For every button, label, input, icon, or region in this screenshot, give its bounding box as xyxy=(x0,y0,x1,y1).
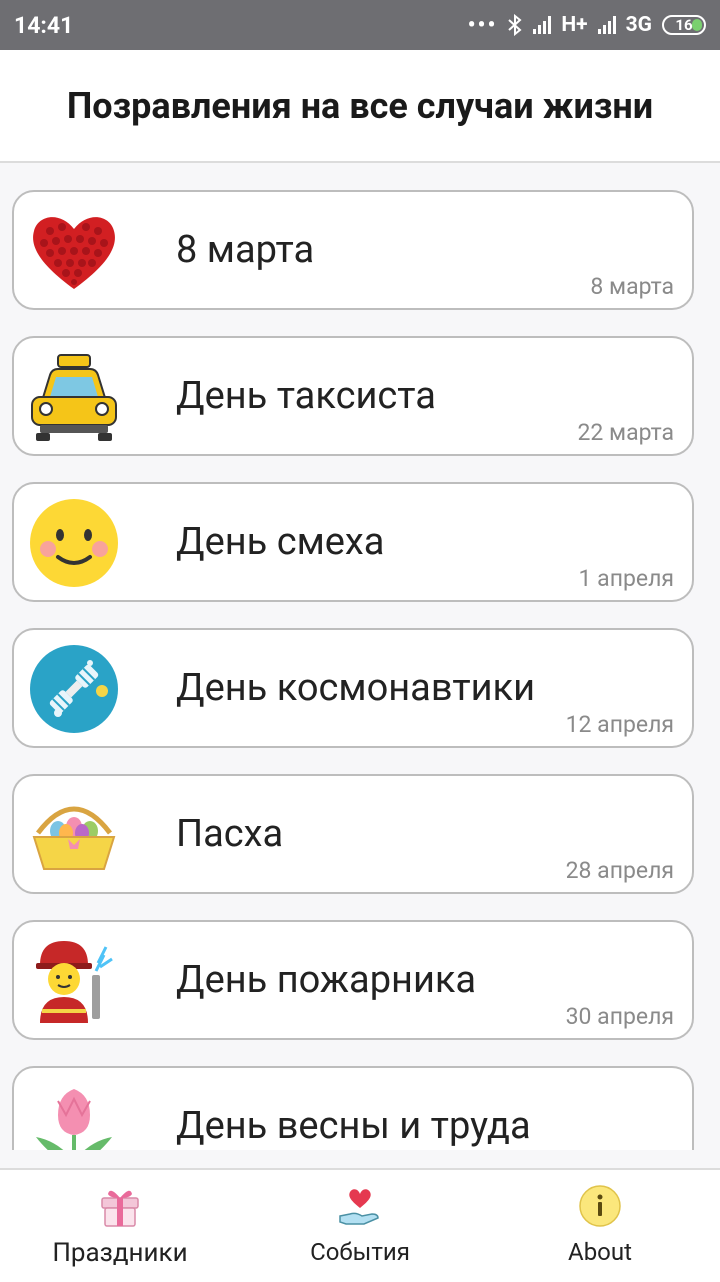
status-time: 14:41 xyxy=(14,11,74,39)
holiday-date: 12 апреля xyxy=(565,711,674,738)
holiday-date: 30 апреля xyxy=(565,1003,674,1030)
page-title: Позравления на все случаи жизни xyxy=(66,84,654,127)
notification-dots: ••• xyxy=(467,12,498,38)
holiday-title: День смеха xyxy=(176,520,385,564)
nav-events[interactable]: События xyxy=(240,1170,480,1282)
network-type-2: 3G xyxy=(625,13,652,37)
holiday-date: 1 апреля xyxy=(578,565,674,592)
holiday-card-taxi-day[interactable]: День таксиста 22 марта xyxy=(12,336,694,456)
nav-events-label: События xyxy=(310,1238,410,1266)
nav-holidays-label: Праздники xyxy=(52,1238,188,1268)
status-bar: 14:41 ••• H+ 3G 16 xyxy=(0,0,720,50)
tulip-icon xyxy=(28,1081,120,1150)
holiday-date: 8 марта xyxy=(590,273,674,300)
easter-basket-icon xyxy=(28,789,120,881)
holiday-card-firefighter-day[interactable]: День пожарника 30 апреля xyxy=(12,920,694,1040)
gift-icon xyxy=(101,1190,139,1227)
nav-about[interactable]: About xyxy=(480,1170,720,1282)
firefighter-icon xyxy=(28,935,120,1027)
network-type-1: H+ xyxy=(561,13,588,37)
holiday-title: День таксиста xyxy=(176,374,436,418)
heart-hand-icon xyxy=(339,1189,379,1225)
holiday-card-8-march[interactable]: 8 марта 8 марта xyxy=(12,190,694,310)
bottom-navigation: Праздники События About xyxy=(0,1168,720,1282)
holiday-title: День пожарника xyxy=(176,958,477,1002)
bluetooth-icon xyxy=(508,14,522,36)
holiday-card-laughter-day[interactable]: День смеха 1 апреля xyxy=(12,482,694,602)
holiday-title: День космонавтики xyxy=(176,666,536,710)
holiday-card-spring-labor-day[interactable]: День весны и труда xyxy=(12,1066,694,1150)
battery-icon: 16 xyxy=(662,15,706,35)
holiday-card-easter[interactable]: Пасха 28 апреля xyxy=(12,774,694,894)
nav-about-label: About xyxy=(568,1238,632,1266)
app-bar: Позравления на все случаи жизни xyxy=(0,50,720,163)
taxi-icon xyxy=(28,351,120,443)
heart-of-roses-icon xyxy=(28,205,120,297)
signal-icon-2 xyxy=(597,16,616,34)
status-icons: ••• H+ 3G 16 xyxy=(468,13,706,38)
battery-level: 16 xyxy=(675,16,693,34)
holiday-list[interactable]: 8 марта 8 марта День таксиста 22 марта Д… xyxy=(0,163,720,1150)
holiday-title: Пасха xyxy=(176,812,284,856)
holiday-date: 22 марта xyxy=(577,419,674,446)
info-icon xyxy=(579,1185,621,1227)
signal-icon xyxy=(533,16,552,34)
satellite-icon xyxy=(28,643,120,735)
holiday-title: День весны и труда xyxy=(176,1104,531,1148)
holiday-title: 8 марта xyxy=(176,228,315,272)
nav-holidays[interactable]: Праздники xyxy=(0,1170,240,1282)
smiley-icon xyxy=(28,497,120,589)
holiday-card-cosmonautics-day[interactable]: День космонавтики 12 апреля xyxy=(12,628,694,748)
holiday-date: 28 апреля xyxy=(565,857,674,884)
